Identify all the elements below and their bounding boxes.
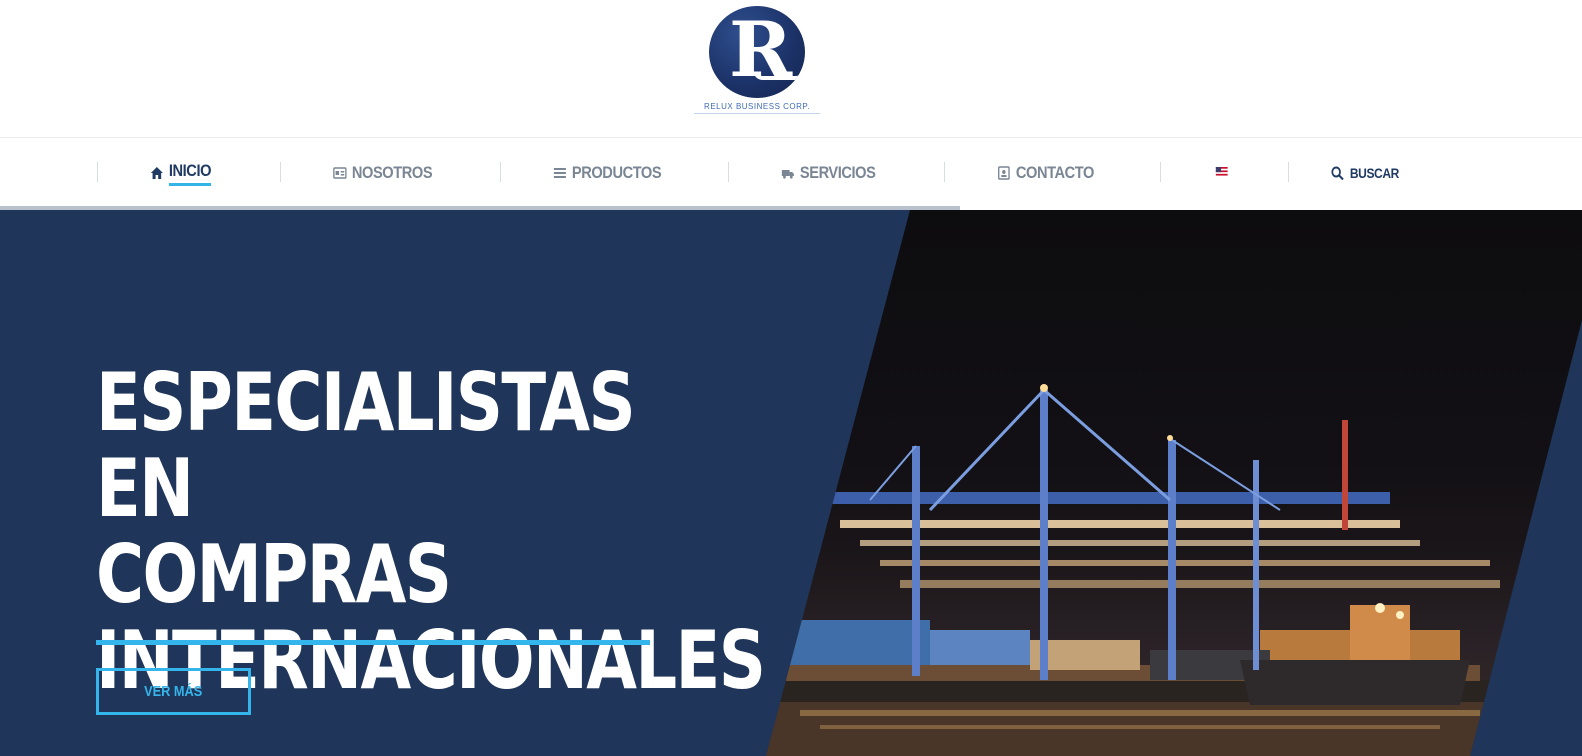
truck-icon (781, 170, 794, 179)
logo-emblem: R (709, 6, 805, 98)
nav-item-nosotros[interactable]: NOSOTROS (333, 160, 433, 186)
hero-banner: ESPECIALISTAS EN COMPRAS INTERNACIONALES… (0, 210, 1582, 756)
list-icon (553, 168, 566, 178)
nav-separator (500, 162, 501, 182)
us-flag-icon (1215, 167, 1228, 178)
nav-separator (1288, 162, 1289, 182)
hero-accent-rule (96, 640, 650, 645)
main-navigation: INICIO NOSOTROS PRODUCTOS SERVICIOS CONT… (0, 138, 1582, 208)
nav-label-buscar: BUSCAR (1349, 165, 1399, 181)
home-icon (150, 167, 163, 179)
logo-wordmark: RELUX BUSINESS CORP. (694, 102, 820, 114)
hero-title-line: COMPRAS (96, 528, 452, 621)
hero-title-line: ESPECIALISTAS EN (96, 356, 636, 535)
nav-separator (1160, 162, 1161, 182)
hero-title: ESPECIALISTAS EN COMPRAS INTERNACIONALES (96, 356, 766, 704)
ver-mas-button[interactable]: VER MÁS (96, 668, 251, 715)
logo-swoosh (753, 70, 805, 80)
nav-item-contacto[interactable]: CONTACTO (997, 160, 1094, 186)
nav-item-productos[interactable]: PRODUCTOS (553, 160, 662, 186)
brand-logo[interactable]: R RELUX BUSINESS CORP. (694, 6, 820, 118)
nav-label-nosotros: NOSOTROS (351, 163, 433, 182)
nav-label-contacto: CONTACTO (1015, 163, 1094, 182)
nav-item-servicios[interactable]: SERVICIOS (781, 160, 876, 186)
search-icon (1331, 166, 1344, 180)
id-card-icon (333, 167, 347, 179)
nav-item-inicio[interactable]: INICIO (150, 160, 211, 186)
nav-separator (944, 162, 945, 182)
ver-mas-label: VER MÁS (144, 683, 203, 700)
site-header: R RELUX BUSINESS CORP. (0, 0, 1582, 138)
nav-separator (97, 162, 98, 182)
nav-label-inicio: INICIO (168, 161, 211, 186)
nav-label-productos: PRODUCTOS (571, 163, 662, 182)
contact-card-icon (998, 166, 1010, 180)
nav-item-language[interactable] (1214, 160, 1229, 186)
nav-label-servicios: SERVICIOS (799, 163, 876, 182)
nav-item-buscar[interactable]: BUSCAR (1331, 160, 1399, 186)
nav-separator (280, 162, 281, 182)
nav-separator (728, 162, 729, 182)
